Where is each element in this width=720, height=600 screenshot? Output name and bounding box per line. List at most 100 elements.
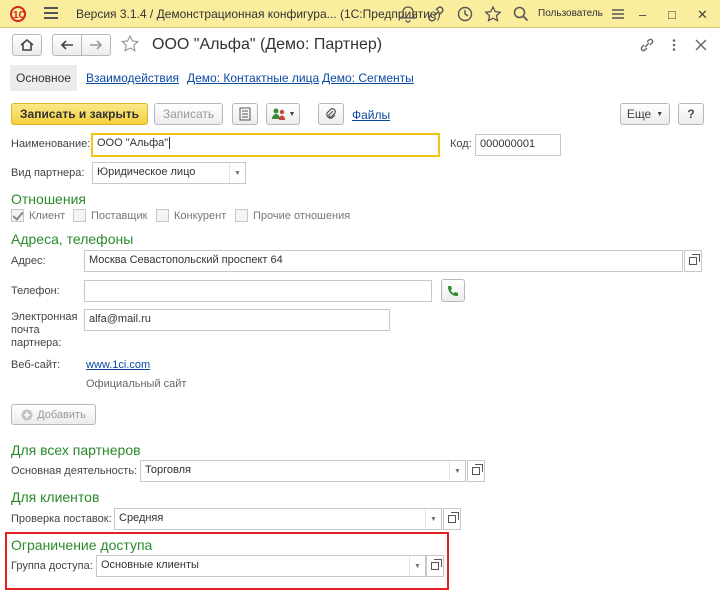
email-label-line3: партнера: (11, 337, 62, 349)
plus-icon (21, 409, 33, 420)
main-activity-label: Основная деятельность: (11, 465, 138, 477)
close-icon[interactable]: ✕ (697, 7, 708, 23)
all-partners-heading: Для всех партнеров (11, 442, 141, 458)
add-contact-button[interactable]: Добавить (11, 404, 96, 425)
checkbox-icon (235, 209, 248, 222)
dropdown-arrow-icon[interactable]: ▼ (425, 509, 441, 529)
maximize-icon[interactable]: □ (668, 7, 676, 22)
link-icon[interactable] (639, 37, 655, 53)
open-in-window-icon (448, 512, 459, 523)
back-button[interactable] (52, 34, 82, 56)
name-label: Наименование: (11, 138, 91, 150)
current-user[interactable]: Пользователь (538, 8, 603, 19)
dropdown-arrow-icon: ▼ (288, 110, 296, 118)
notification-bell-icon[interactable] (398, 4, 418, 24)
paperclip-icon (326, 108, 336, 119)
phone-icon (448, 285, 458, 296)
clients-heading: Для клиентов (11, 489, 100, 505)
phone-field[interactable] (84, 280, 432, 302)
partner-type-value: Юридическое лицо (97, 166, 196, 178)
address-label: Адрес: (11, 255, 46, 267)
partner-type-select[interactable]: Юридическое лицо ▼ (92, 162, 246, 184)
help-button[interactable]: ? (678, 103, 704, 125)
more-actions-icon[interactable] (667, 38, 681, 52)
checkbox-icon (156, 209, 169, 222)
email-field[interactable]: alfa@mail.ru (84, 309, 390, 331)
delivery-check-label: Проверка поставок: (11, 513, 112, 525)
checkbox-client-label: Клиент (29, 209, 66, 222)
more-button[interactable]: Еще ▼ (620, 103, 670, 125)
address-open-button[interactable] (684, 250, 702, 272)
dropdown-arrow-icon: ▼ (656, 110, 664, 118)
address-field[interactable]: Москва Севастопольский проспект 64 (84, 250, 683, 272)
window-menu-icon[interactable] (608, 4, 628, 24)
checkbox-supplier[interactable]: Поставщик (73, 209, 147, 222)
website-link[interactable]: www.1ci.com (86, 359, 150, 371)
svg-text:1С: 1С (13, 10, 26, 21)
delivery-check-open-button[interactable] (443, 508, 461, 530)
home-button[interactable] (12, 34, 42, 56)
form-tabs: Основное Взаимодействия Демо: Контактные… (8, 65, 712, 91)
email-label-line1: Электронная (11, 311, 78, 323)
home-icon (20, 39, 34, 51)
arrow-left-icon (60, 40, 73, 50)
form-title: ООО "Альфа" (Демо: Партнер) (152, 36, 383, 53)
attach-button[interactable] (318, 103, 344, 125)
favorites-star-icon[interactable] (483, 4, 503, 24)
checkbox-client[interactable]: Клиент (11, 209, 65, 222)
minimize-icon[interactable]: – (639, 7, 646, 22)
call-button[interactable] (441, 279, 465, 302)
1c-logo-icon: 1С (10, 6, 26, 22)
checkbox-other-relations[interactable]: Прочие отношения (235, 209, 350, 222)
checkbox-icon (73, 209, 86, 222)
main-activity-open-button[interactable] (467, 460, 485, 482)
open-in-window-icon (431, 559, 442, 570)
links-icon[interactable] (426, 4, 446, 24)
title-bar: 1С Версия 3.1.4 / Демонстрационная конфи… (0, 0, 720, 28)
website-hint: Официальный сайт (86, 378, 187, 390)
print-button[interactable] (232, 103, 258, 125)
window-title: Версия 3.1.4 / Демонстрационная конфигур… (76, 7, 441, 21)
add-contact-label: Добавить (37, 408, 86, 421)
more-label: Еще (626, 107, 652, 121)
main-activity-value: Торговля (145, 464, 191, 476)
tab-contact-persons[interactable]: Демо: Контактные лица (187, 65, 319, 91)
checkbox-checked-icon (11, 209, 24, 222)
search-icon[interactable] (511, 4, 531, 24)
add-to-favorites-star-icon[interactable] (120, 34, 140, 54)
code-field[interactable]: 000000001 (475, 134, 561, 156)
text-cursor (169, 137, 171, 149)
contacts-heading: Адреса, телефоны (11, 231, 134, 247)
tab-segments[interactable]: Демо: Сегменты (322, 65, 414, 91)
access-group-open-button[interactable] (426, 555, 444, 577)
files-link[interactable]: Файлы (352, 108, 390, 122)
relations-heading: Отношения (11, 191, 86, 207)
phone-label: Телефон: (11, 285, 60, 297)
name-field[interactable]: ООО "Альфа" (91, 133, 440, 157)
main-activity-select[interactable]: Торговля ▼ (140, 460, 466, 482)
forward-button[interactable] (81, 34, 111, 56)
dropdown-arrow-icon[interactable]: ▼ (229, 163, 245, 183)
email-label-line2: почта (11, 324, 40, 336)
users-menu-button[interactable]: ▼ (266, 103, 300, 125)
open-in-window-icon (472, 464, 483, 475)
close-form-icon[interactable] (694, 38, 708, 52)
access-group-select[interactable]: Основные клиенты ▼ (96, 555, 426, 577)
partner-type-label: Вид партнера: (11, 167, 85, 179)
tab-interactions[interactable]: Взаимодействия (86, 65, 179, 91)
tab-main[interactable]: Основное (10, 65, 77, 91)
save-button[interactable]: Записать (154, 103, 223, 125)
checkbox-other-relations-label: Прочие отношения (253, 209, 351, 222)
dropdown-arrow-icon[interactable]: ▼ (449, 461, 465, 481)
access-group-value: Основные клиенты (101, 559, 199, 571)
dropdown-arrow-icon[interactable]: ▼ (409, 556, 425, 576)
history-icon[interactable] (455, 4, 475, 24)
delivery-check-select[interactable]: Средняя ▼ (114, 508, 442, 530)
save-and-close-button[interactable]: Записать и закрыть (11, 103, 148, 125)
checkbox-competitor[interactable]: Конкурент (156, 209, 226, 222)
open-in-window-icon (689, 254, 700, 265)
access-group-label: Группа доступа: (11, 560, 93, 572)
main-menu-icon[interactable] (44, 7, 58, 19)
checkbox-competitor-label: Конкурент (174, 209, 227, 222)
code-label: Код: (450, 138, 472, 150)
